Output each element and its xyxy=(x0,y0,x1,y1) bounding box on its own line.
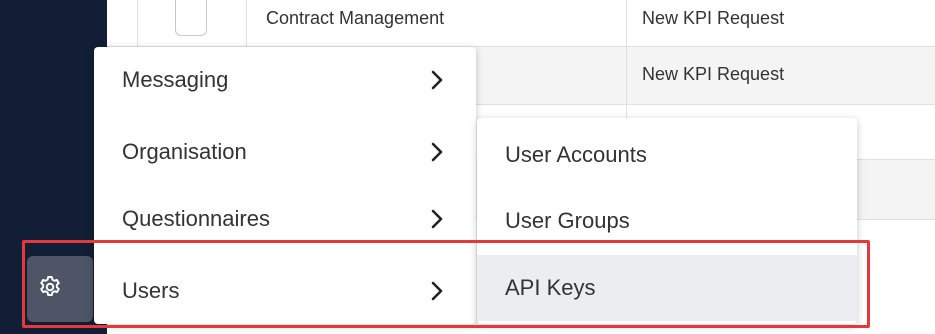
menu-item-label: Users xyxy=(122,278,180,303)
screen: Contract Management New KPI Request t Ne… xyxy=(0,0,935,334)
submenu-item-api-keys[interactable]: API Keys xyxy=(477,255,857,321)
table-cell-type: New KPI Request xyxy=(642,64,785,84)
chevron-right-icon xyxy=(431,281,443,301)
menu-item-label: Organisation xyxy=(122,139,247,164)
submenu-item-label: API Keys xyxy=(505,275,596,300)
chevron-right-icon xyxy=(431,209,443,229)
sidebar xyxy=(0,0,107,334)
settings-button[interactable] xyxy=(27,256,93,322)
submenu-item-user-groups[interactable]: User Groups xyxy=(477,188,857,254)
table-row[interactable]: Contract Management New KPI Request xyxy=(107,0,935,47)
row-checkbox[interactable] xyxy=(175,0,207,36)
menu-item-label: Messaging xyxy=(122,67,229,92)
menu-item-users[interactable]: Users xyxy=(94,258,476,324)
submenu-item-label: User Accounts xyxy=(505,142,647,167)
menu-item-messaging[interactable]: Messaging xyxy=(94,47,476,113)
submenu-item-user-accounts[interactable]: User Accounts xyxy=(477,122,857,188)
table-cell-module: Contract Management xyxy=(266,8,445,28)
chevron-right-icon xyxy=(431,70,443,90)
menu-item-organisation[interactable]: Organisation xyxy=(94,119,476,185)
menu-item-questionnaires[interactable]: Questionnaires xyxy=(94,186,476,252)
menu-item-label: Questionnaires xyxy=(122,206,270,231)
submenu-item-label: User Groups xyxy=(505,208,630,233)
chevron-right-icon xyxy=(431,142,443,162)
settings-menu: Messaging Organisation Questionnaires Us… xyxy=(94,47,476,324)
table-cell-type: New KPI Request xyxy=(642,8,785,28)
gear-icon xyxy=(37,274,63,305)
users-submenu: User Accounts User Groups API Keys xyxy=(477,118,857,324)
